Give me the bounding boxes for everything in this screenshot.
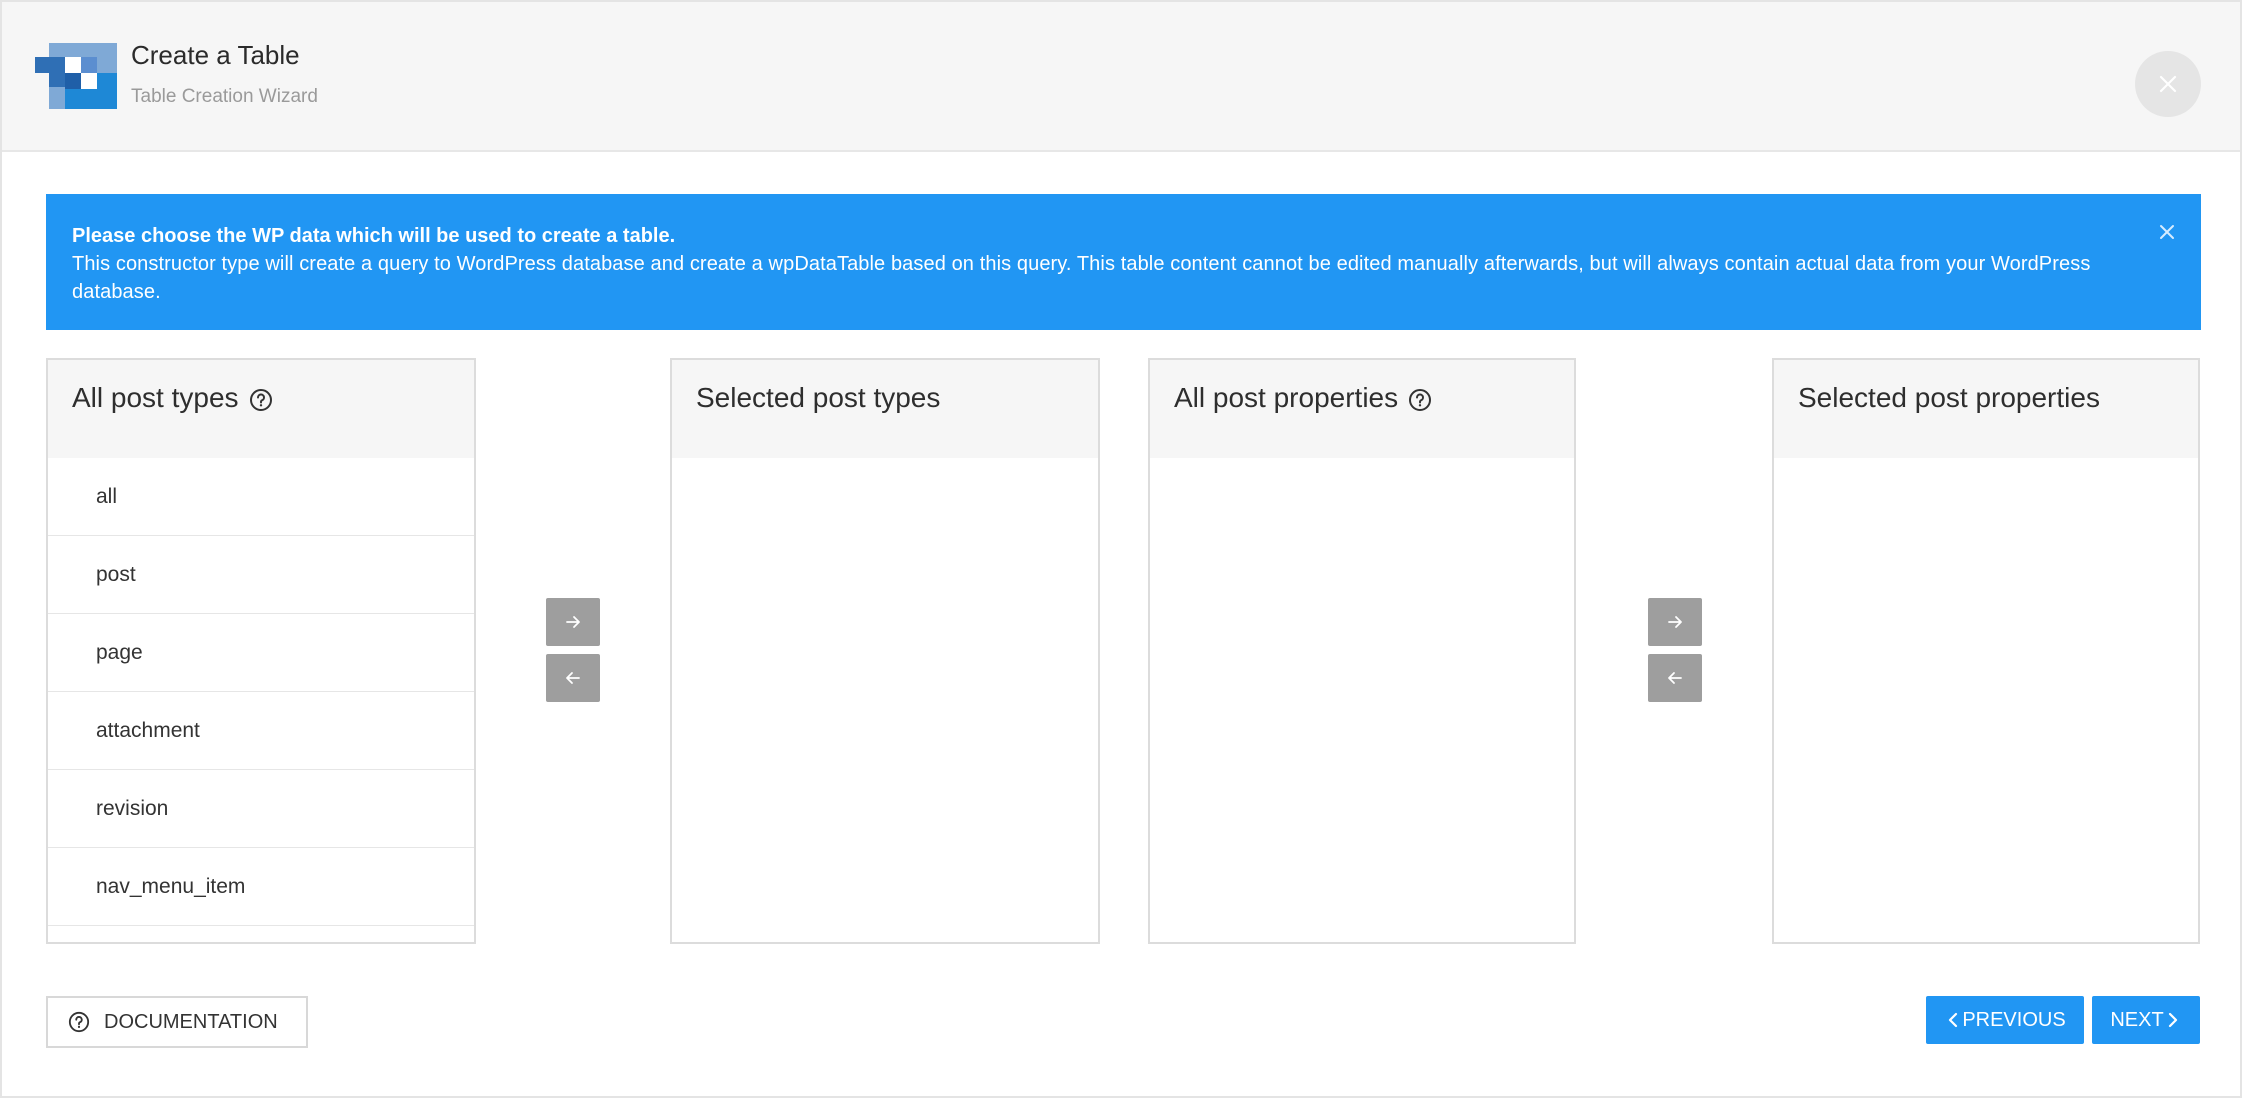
previous-button[interactable]: PREVIOUS — [1926, 996, 2084, 1044]
alert-title: Please choose the WP data which will be … — [72, 225, 676, 247]
previous-label: PREVIOUS — [1962, 1008, 2066, 1031]
panel-header: Selected post types — [672, 360, 1098, 458]
remove-post-type-button[interactable] — [546, 654, 600, 702]
remove-post-property-button[interactable] — [1648, 654, 1702, 702]
panel-header: All post properties — [1150, 360, 1574, 458]
arrow-left-icon — [566, 672, 580, 684]
panel-header: All post types — [48, 360, 474, 458]
post-type-list: all post page attachment revision nav_me… — [48, 458, 474, 926]
alert-close-icon[interactable] — [2157, 222, 2177, 242]
panel-title: All post properties — [1174, 382, 1399, 413]
documentation-button[interactable]: DOCUMENTATION — [46, 996, 308, 1048]
page-title: Create a Table — [131, 40, 300, 70]
panel-title: Selected post types — [696, 382, 941, 413]
next-label: NEXT — [2110, 1008, 2164, 1031]
next-button[interactable]: NEXT — [2092, 996, 2200, 1044]
arrow-right-icon — [1668, 616, 1682, 628]
list-item[interactable]: post — [48, 536, 474, 614]
arrow-right-icon — [566, 616, 580, 628]
modal-header: Create a Table Table Creation Wizard — [2, 2, 2240, 152]
selected-post-types-panel: Selected post types — [670, 358, 1100, 944]
selected-post-properties-panel: Selected post properties — [1772, 358, 2200, 944]
add-post-property-button[interactable] — [1648, 598, 1702, 646]
close-icon — [2159, 75, 2177, 93]
arrow-left-icon — [1668, 672, 1682, 684]
help-icon — [68, 1011, 90, 1033]
table-logo-icon — [35, 43, 117, 109]
panel-title: All post types — [72, 382, 239, 413]
wizard-modal: Create a Table Table Creation Wizard Ple… — [0, 0, 2242, 1098]
panel-header: Selected post properties — [1774, 360, 2198, 458]
list-item[interactable]: page — [48, 614, 474, 692]
all-post-types-panel: All post types all post page attachment … — [46, 358, 476, 944]
all-post-properties-panel: All post properties — [1148, 358, 1576, 944]
list-item[interactable]: attachment — [48, 692, 474, 770]
list-item[interactable]: nav_menu_item — [48, 848, 474, 926]
documentation-label: DOCUMENTATION — [104, 1010, 278, 1033]
list-item[interactable]: revision — [48, 770, 474, 848]
page-subtitle: Table Creation Wizard — [131, 86, 318, 107]
panel-title: Selected post properties — [1798, 382, 2100, 413]
help-icon[interactable] — [249, 388, 273, 412]
chevron-left-icon — [1949, 1012, 1958, 1028]
alert-text: This constructor type will create a quer… — [72, 253, 2091, 303]
close-button[interactable] — [2135, 51, 2201, 117]
add-post-type-button[interactable] — [546, 598, 600, 646]
help-icon[interactable] — [1408, 388, 1432, 412]
info-alert: Please choose the WP data which will be … — [46, 194, 2201, 330]
chevron-right-icon — [2168, 1012, 2177, 1028]
list-item[interactable]: all — [48, 458, 474, 536]
